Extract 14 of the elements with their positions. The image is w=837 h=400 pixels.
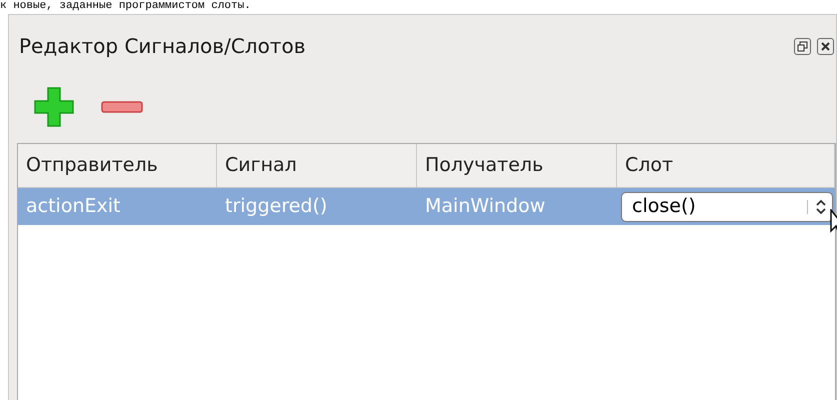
- column-header[interactable]: Сигнал: [217, 144, 417, 187]
- caption-text: к новые, заданные программистом слоты.: [0, 0, 251, 12]
- float-icon[interactable]: [794, 38, 811, 54]
- spin-arrows-icon: [816, 198, 826, 214]
- remove-icon[interactable]: [101, 100, 143, 114]
- add-icon[interactable]: [33, 86, 75, 128]
- close-icon[interactable]: [817, 38, 834, 54]
- panel-title: Редактор Сигналов/Слотов: [19, 33, 306, 60]
- column-header[interactable]: Отправитель: [18, 144, 217, 187]
- table-cell-text: actionExit: [25, 194, 122, 220]
- table-cell-text: MainWindow: [424, 194, 546, 220]
- table-cell-text: triggered(): [224, 194, 328, 220]
- column-header[interactable]: Слот: [617, 144, 835, 187]
- column-header[interactable]: Получатель: [417, 144, 617, 187]
